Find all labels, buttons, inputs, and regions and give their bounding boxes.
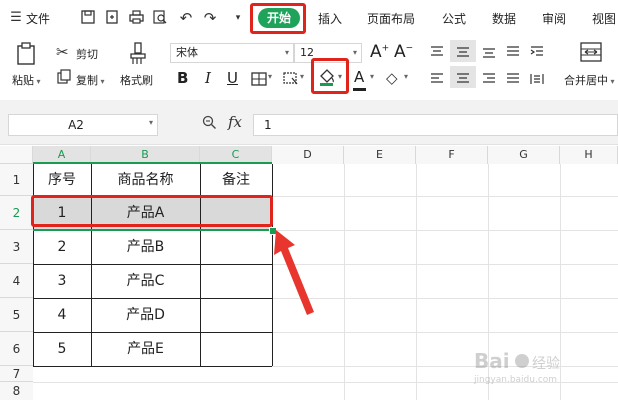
baidu-watermark-logo: Bai 经验 jingyan.baidu.com <box>470 346 610 386</box>
undo-icon[interactable]: ↶ <box>178 10 194 26</box>
font-color-swatch <box>353 88 366 91</box>
copy-icon[interactable] <box>57 69 71 88</box>
tab-home[interactable]: 开始 <box>258 8 300 28</box>
zoom-search-icon[interactable] <box>202 115 217 134</box>
export-pdf-icon[interactable] <box>104 10 120 26</box>
name-box[interactable]: A2 ▾ <box>8 114 158 136</box>
align-middle-icon[interactable] <box>456 43 470 62</box>
tab-data[interactable]: 数据 <box>492 10 516 27</box>
cell-style-icon[interactable] <box>283 71 299 90</box>
justify-icon[interactable] <box>506 70 520 89</box>
copy-button[interactable]: 复制 ▾ <box>76 72 105 88</box>
align-right-icon[interactable] <box>482 70 496 89</box>
menu-file[interactable]: 文件 <box>26 10 50 27</box>
save-icon[interactable] <box>80 10 96 26</box>
cell-a3[interactable]: 2 <box>33 230 91 264</box>
redo-icon[interactable]: ↷ <box>202 10 218 26</box>
cut-button[interactable]: 剪切 <box>76 46 98 62</box>
ribbon-toolbar: 粘贴 ▾ ✂ 剪切 复制 ▾ 格式刷 宋体 ▾ 12 ▾ A+ A− B I U… <box>0 38 618 100</box>
font-size-value: 12 <box>300 46 314 59</box>
bold-icon[interactable]: B <box>177 69 188 87</box>
underline-icon[interactable]: U <box>227 69 238 87</box>
spreadsheet-grid[interactable]: A B C D E F G H 1 2 3 4 5 6 7 8 序号 商品名称 … <box>0 146 618 400</box>
quick-access-dropdown-icon[interactable]: ▾ <box>230 10 246 26</box>
align-bottom-icon[interactable] <box>482 43 496 62</box>
tab-insert[interactable]: 插入 <box>318 10 342 27</box>
borders-icon[interactable] <box>251 71 267 90</box>
font-color-dropdown-icon[interactable]: ▾ <box>370 72 374 81</box>
scissors-icon[interactable]: ✂ <box>56 43 69 61</box>
tab-formulas[interactable]: 公式 <box>442 10 466 27</box>
name-box-value: A2 <box>68 118 84 132</box>
format-painter-button[interactable]: 格式刷 <box>120 72 153 88</box>
selected-row-highlight <box>31 195 273 227</box>
svg-text:经验: 经验 <box>532 356 560 372</box>
align-center-icon[interactable] <box>456 70 470 89</box>
decrease-font-icon[interactable]: A− <box>394 42 413 62</box>
cell-c6[interactable] <box>200 332 272 366</box>
fill-color-bucket-icon[interactable] <box>318 68 336 90</box>
formula-bar: A2 ▾ fx 1 <box>0 100 618 145</box>
eraser-icon[interactable]: ◇ <box>386 69 398 87</box>
clear-dropdown-icon[interactable]: ▾ <box>404 72 408 81</box>
fill-color-dropdown-icon[interactable]: ▾ <box>338 72 342 81</box>
paste-icon[interactable] <box>16 42 38 70</box>
svg-text:Bai: Bai <box>474 349 510 373</box>
font-name-select[interactable]: 宋体 ▾ <box>170 43 294 63</box>
chevron-down-icon: ▾ <box>284 48 289 57</box>
increase-font-icon[interactable]: A+ <box>370 42 389 62</box>
align-left-icon[interactable] <box>430 70 444 89</box>
cell-style-dropdown-icon[interactable]: ▾ <box>300 72 304 81</box>
menu-bar: ☰ 文件 ↶ ↷ ▾ 开始 插入 页面布局 公式 数据 审阅 视图 <box>0 0 618 38</box>
orientation-icon[interactable] <box>506 43 520 62</box>
cell-b1[interactable]: 商品名称 <box>91 164 200 196</box>
cell-a1[interactable]: 序号 <box>33 164 91 196</box>
borders-dropdown-icon[interactable]: ▾ <box>268 72 272 81</box>
font-color-icon[interactable]: A <box>354 68 364 86</box>
merge-center-button[interactable]: 合并居中 ▾ <box>564 72 615 88</box>
font-name-value: 宋体 <box>176 46 198 59</box>
tab-review[interactable]: 审阅 <box>542 10 566 27</box>
chevron-down-icon: ▾ <box>148 118 153 127</box>
tab-view[interactable]: 视图 <box>592 10 616 27</box>
italic-icon[interactable]: I <box>205 69 211 87</box>
cell-a4[interactable]: 3 <box>33 264 91 298</box>
formula-input[interactable]: 1 <box>253 114 618 136</box>
align-top-icon[interactable] <box>430 43 444 62</box>
hamburger-menu-icon[interactable]: ☰ <box>8 10 24 26</box>
selection-bottom-edge <box>33 229 272 231</box>
chevron-down-icon: ▾ <box>352 48 357 57</box>
cell-b3[interactable]: 产品B <box>91 230 200 264</box>
indent-icon[interactable] <box>530 43 544 62</box>
formula-input-value: 1 <box>264 118 272 132</box>
tab-page-layout[interactable]: 页面布局 <box>367 10 415 27</box>
cell-b5[interactable]: 产品D <box>91 298 200 332</box>
cell-b6[interactable]: 产品E <box>91 332 200 366</box>
pointer-arrow-icon <box>274 230 314 315</box>
distribute-icon[interactable] <box>530 70 544 89</box>
cell-c1[interactable]: 备注 <box>200 164 272 196</box>
merge-center-icon[interactable] <box>580 42 602 66</box>
print-icon[interactable] <box>128 10 144 26</box>
svg-text:jingyan.baidu.com: jingyan.baidu.com <box>473 375 557 385</box>
fx-insert-function-button[interactable]: fx <box>228 113 242 131</box>
cell-a5[interactable]: 4 <box>33 298 91 332</box>
print-preview-icon[interactable] <box>152 10 168 26</box>
format-painter-icon[interactable] <box>128 42 148 70</box>
cell-b4[interactable]: 产品C <box>91 264 200 298</box>
paste-button[interactable]: 粘贴 ▾ <box>12 72 41 88</box>
cell-a6[interactable]: 5 <box>33 332 91 366</box>
